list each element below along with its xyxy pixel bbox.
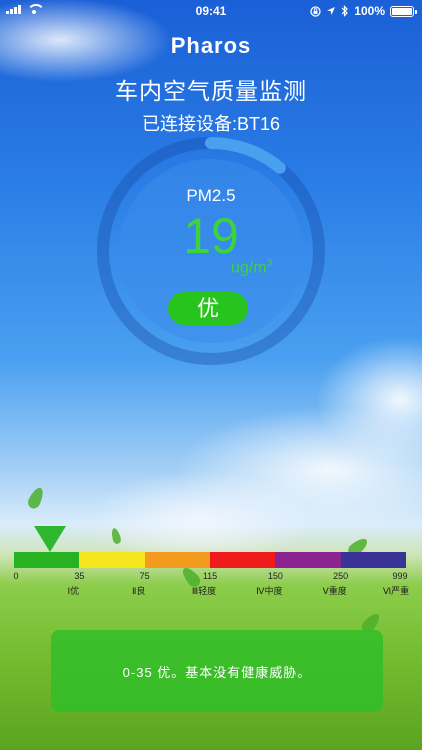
scale-tick-label: 250 <box>333 571 349 581</box>
scale-segment <box>340 552 406 568</box>
level-description: 0-35 优。基本没有健康威胁。 <box>122 665 312 680</box>
scale-segment <box>79 552 145 568</box>
quality-level-badge: 优 <box>168 292 248 325</box>
location-icon <box>327 7 336 15</box>
connection-status: 已连接设备:BT16 <box>141 114 281 134</box>
pollutant-label: PM2.5 <box>186 186 236 205</box>
battery-percent: 100% <box>354 4 385 18</box>
bluetooth-icon <box>341 5 349 17</box>
scale-tick-label: 115 <box>202 571 218 581</box>
pm25-value: 19 <box>183 208 239 264</box>
scale-segment <box>144 552 210 568</box>
pm25-gauge: PM2.5 19 ug/m3 优 <box>96 136 326 366</box>
brand-logo: Pharos <box>170 33 252 58</box>
page-title: 车内空气质量监测 <box>115 78 307 104</box>
scale-tick-label: 999 <box>392 571 408 581</box>
unit-superscript: 3 <box>266 258 273 269</box>
battery-icon <box>390 5 417 17</box>
scale-segment <box>14 552 80 568</box>
scale-tick-label: 150 <box>267 571 283 581</box>
status-right: 100% <box>310 4 417 18</box>
unit-text: ug/m <box>231 259 267 277</box>
scale-grade-label: Ⅵ严重 <box>382 586 410 596</box>
level-description-panel: 0-35 优。基本没有健康威胁。 <box>51 630 383 712</box>
scale-segment <box>275 552 341 568</box>
scale-grade-label: Ⅰ优 <box>67 586 80 596</box>
scale-tick-label: 0 <box>13 571 19 581</box>
scale-tick-label: 75 <box>139 571 150 581</box>
status-bar: 09:41 100% <box>0 0 422 22</box>
unit-label: ug/m3 <box>231 258 272 277</box>
lock-rotation-icon <box>310 5 321 17</box>
scale-tick-label: 35 <box>74 571 85 581</box>
leaf-decoration <box>25 485 47 511</box>
scale-segment <box>209 552 276 568</box>
scale-grade-label: Ⅳ中度 <box>256 586 283 596</box>
scale-grade-label: Ⅱ良 <box>131 586 146 596</box>
scale-grade-label: Ⅴ重度 <box>322 586 347 596</box>
scale-grade-label: Ⅲ轻度 <box>191 586 217 596</box>
aqi-scale-bar <box>14 552 406 568</box>
leaf-decoration <box>110 527 122 545</box>
level-pointer <box>34 526 66 552</box>
